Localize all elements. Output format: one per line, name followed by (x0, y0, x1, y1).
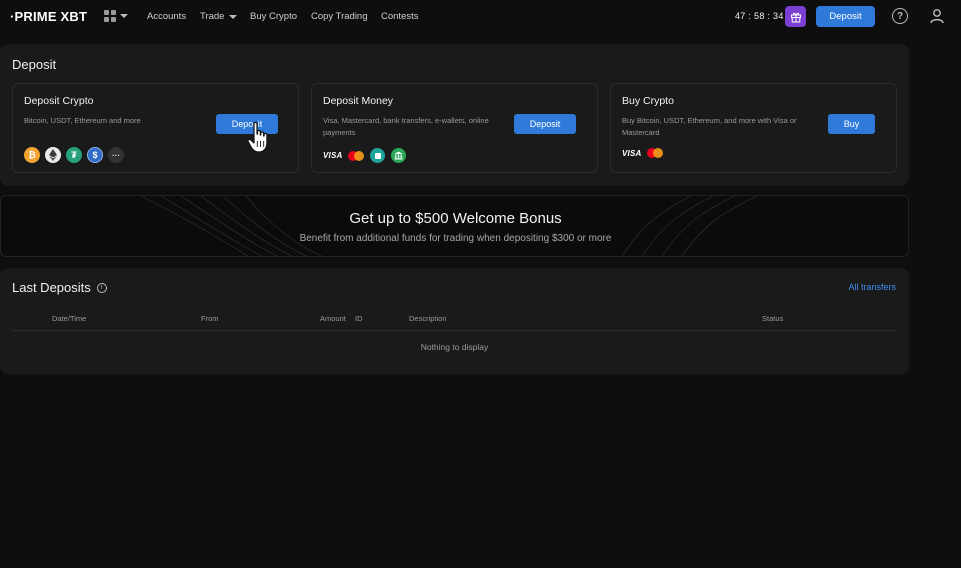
logo[interactable]: ·PRIME XBT (10, 9, 87, 24)
header-deposit-button[interactable]: Deposit (816, 6, 875, 27)
visa-icon: VISA (323, 151, 343, 160)
payment-icons: VISA (323, 148, 407, 163)
banner-title: Get up to $500 Welcome Bonus (349, 210, 562, 227)
bitcoin-icon: ₿ (24, 147, 40, 163)
all-transfers-link[interactable]: All transfers (848, 282, 896, 292)
countdown-timer: 47 : 58 : 34 (735, 11, 784, 21)
card-description: Visa, Mastercard, bank transfers, e-wall… (323, 116, 489, 137)
card-title: Deposit Money (323, 95, 394, 107)
deposit-panel: Deposit Deposit Crypto Bitcoin, USDT, Et… (0, 44, 909, 186)
card-title: Deposit Crypto (24, 95, 94, 107)
payment-icons: VISA (622, 148, 664, 158)
nav-contests[interactable]: Contests (381, 11, 419, 22)
ethereum-icon (45, 147, 61, 163)
buy-crypto-card: Buy Crypto Buy Bitcoin, USDT, Ethereum, … (610, 83, 897, 173)
nav-trade[interactable]: Trade (200, 11, 238, 22)
nav-contests-label: Contests (381, 11, 419, 22)
user-icon[interactable] (929, 8, 945, 24)
nav-accounts[interactable]: Accounts (147, 11, 186, 22)
visa-icon: VISA (622, 148, 642, 158)
last-deposits-panel: Last Deposits i All transfers Date/Time … (0, 268, 909, 374)
column-header-description: Description (409, 314, 447, 323)
hand-cursor-icon (247, 121, 268, 153)
deposit-money-button[interactable]: Deposit (514, 114, 576, 134)
nav-buy-crypto[interactable]: Buy Crypto (250, 11, 297, 22)
gift-icon (790, 12, 801, 22)
buy-crypto-button[interactable]: Buy (828, 114, 875, 134)
more-icon[interactable]: ··· (108, 147, 124, 163)
nav-accounts-label: Accounts (147, 11, 187, 22)
card-description: Buy Bitcoin, USDT, Ethereum, and more wi… (622, 116, 797, 137)
nav-copy-trading[interactable]: Copy Trading (311, 11, 368, 22)
table-divider (12, 330, 896, 331)
card-title: Buy Crypto (622, 95, 674, 107)
apps-menu-button[interactable] (104, 10, 128, 22)
column-header-from: From (201, 314, 219, 323)
welcome-bonus-banner[interactable]: Get up to $500 Welcome Bonus Benefit fro… (0, 195, 909, 257)
column-header-amount: Amount (320, 314, 346, 323)
nav-trade-label: Trade (200, 11, 225, 22)
banner-subtitle: Benefit from additional funds for tradin… (299, 233, 612, 244)
card-description: Bitcoin, USDT, Ethereum and more (24, 116, 141, 125)
column-header-datetime: Date/Time (52, 314, 87, 323)
deposit-money-card: Deposit Money Visa, Mastercard, bank tra… (311, 83, 598, 173)
page-title: Deposit (12, 57, 57, 72)
last-deposits-title: Last Deposits i (12, 280, 107, 295)
gift-button[interactable] (785, 6, 806, 27)
tether-icon: ₮ (66, 147, 82, 163)
help-icon[interactable]: ? (892, 8, 908, 24)
column-header-status: Status (762, 314, 784, 323)
top-nav: ·PRIME XBT Accounts Trade Buy Crypto Cop… (0, 0, 961, 33)
empty-state-text: Nothing to display (420, 342, 489, 352)
chevron-down-icon (120, 14, 128, 18)
usdc-icon: $ (87, 147, 103, 163)
bank-icon (391, 148, 407, 163)
info-icon[interactable]: i (96, 282, 107, 293)
column-header-id: ID (355, 314, 363, 323)
nav-copy-trading-label: Copy Trading (311, 11, 368, 22)
ewallet-icon (370, 148, 386, 163)
crypto-icons: ₿ ₮ $ ··· (24, 147, 124, 163)
mastercard-icon (647, 148, 664, 158)
last-deposits-title-text: Last Deposits (12, 280, 91, 295)
nav-buy-crypto-label: Buy Crypto (250, 11, 297, 22)
grid-icon (104, 10, 116, 22)
mastercard-icon (348, 150, 365, 161)
chevron-down-icon (229, 14, 238, 19)
